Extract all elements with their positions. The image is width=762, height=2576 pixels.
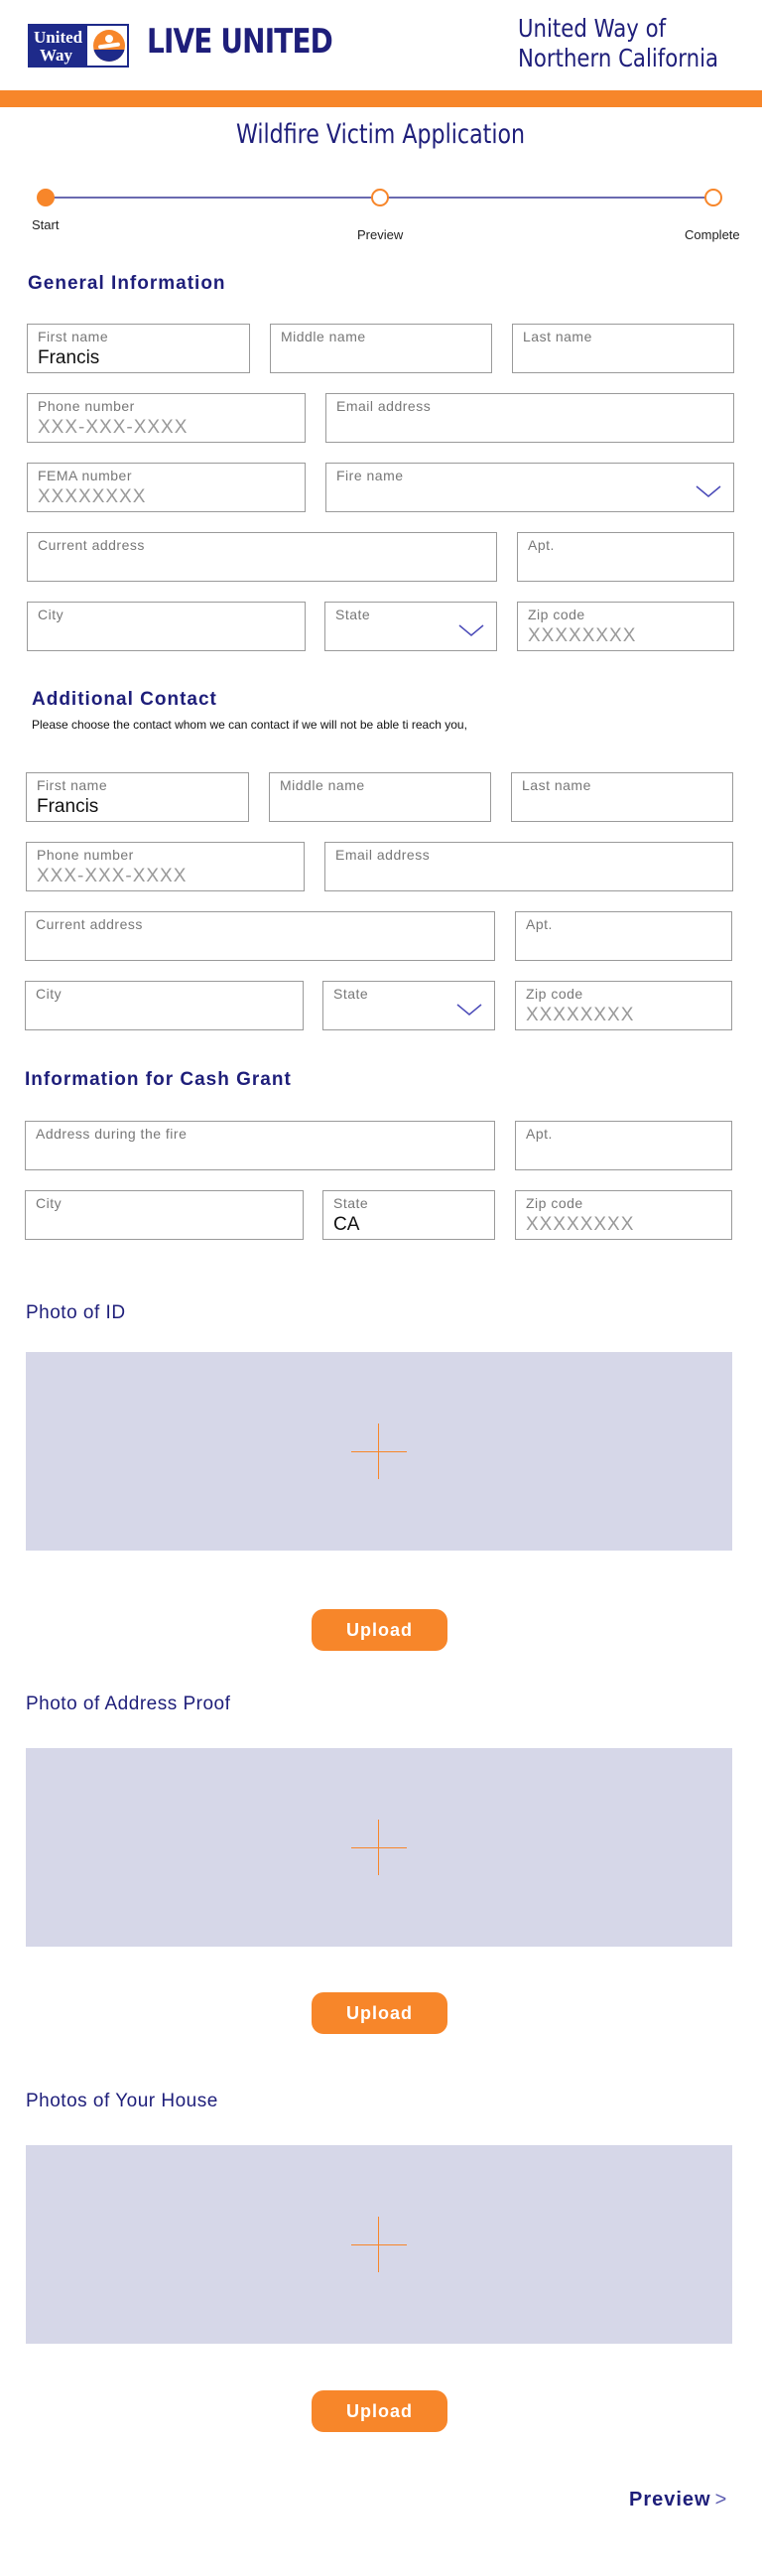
step-preview-label: Preview <box>357 227 404 242</box>
chevron-down-icon <box>456 1004 482 1016</box>
contact-state-select[interactable]: State <box>322 981 495 1030</box>
fire-name-select[interactable]: Fire name <box>325 463 734 512</box>
chevron-down-icon <box>696 485 721 497</box>
contact-phone-field[interactable]: Phone number XXX-XXX-XXXX <box>26 842 305 891</box>
cash-apt-field[interactable]: Apt. <box>515 1121 732 1170</box>
organization-name: United Way of Northern California <box>518 14 719 72</box>
current-address-field[interactable]: Current address <box>27 532 497 582</box>
cash-zip-code-field[interactable]: Zip code XXXXXXXX <box>515 1190 732 1240</box>
general-info-title: General Information <box>28 273 226 294</box>
step-preview-dot[interactable] <box>371 189 389 206</box>
photo-address-proof-dropzone[interactable] <box>26 1748 732 1947</box>
contact-first-name-field[interactable]: First name Francis <box>26 772 249 822</box>
chevron-down-icon <box>458 624 484 636</box>
photos-house-dropzone[interactable] <box>26 2145 732 2344</box>
middle-name-field[interactable]: Middle name <box>270 324 492 373</box>
last-name-field[interactable]: Last name <box>512 324 734 373</box>
additional-contact-note: Please choose the contact whom we can co… <box>32 718 467 732</box>
contact-last-name-field[interactable]: Last name <box>511 772 733 822</box>
preview-button[interactable]: Preview > <box>629 2489 727 2511</box>
zip-code-field[interactable]: Zip code XXXXXXXX <box>517 602 734 651</box>
header-divider <box>0 90 762 107</box>
first-name-field[interactable]: First name Francis <box>27 324 250 373</box>
upload-house-photos-button[interactable]: Upload <box>312 2390 447 2432</box>
cash-city-field[interactable]: City <box>25 1190 304 1240</box>
contact-email-field[interactable]: Email address <box>324 842 733 891</box>
page-title: Wildfire Victim Application <box>236 119 526 150</box>
contact-middle-name-field[interactable]: Middle name <box>269 772 491 822</box>
upload-photo-id-button[interactable]: Upload <box>312 1609 447 1651</box>
logo-hand-icon <box>87 26 127 66</box>
fema-number-field[interactable]: FEMA number XXXXXXXX <box>27 463 306 512</box>
cash-state-field[interactable]: State CA <box>322 1190 495 1240</box>
photo-id-title: Photo of ID <box>26 1302 126 1323</box>
state-select[interactable]: State <box>324 602 497 651</box>
photos-house-title: Photos of Your House <box>26 2091 218 2111</box>
photo-id-dropzone[interactable] <box>26 1352 732 1551</box>
photo-address-proof-title: Photo of Address Proof <box>26 1694 231 1714</box>
phone-number-field[interactable]: Phone number XXX-XXX-XXXX <box>27 393 306 443</box>
logo-wordmark: United Way <box>30 26 87 66</box>
contact-city-field[interactable]: City <box>25 981 304 1030</box>
contact-zip-code-field[interactable]: Zip code XXXXXXXX <box>515 981 732 1030</box>
step-complete-dot[interactable] <box>704 189 722 206</box>
chevron-right-icon: > <box>714 2489 728 2510</box>
apt-field[interactable]: Apt. <box>517 532 734 582</box>
step-start-dot[interactable] <box>37 189 55 206</box>
step-start-label: Start <box>32 217 60 232</box>
email-field[interactable]: Email address <box>325 393 734 443</box>
upload-address-proof-button[interactable]: Upload <box>312 1992 447 2034</box>
tagline: LIVE UNITED <box>147 22 333 62</box>
fire-address-field[interactable]: Address during the fire <box>25 1121 495 1170</box>
step-complete-label: Complete <box>685 227 740 242</box>
united-way-logo: United Way <box>28 24 129 68</box>
contact-address-field[interactable]: Current address <box>25 911 495 961</box>
cash-grant-title: Information for Cash Grant <box>25 1069 292 1090</box>
additional-contact-title: Additional Contact <box>32 689 217 710</box>
contact-apt-field[interactable]: Apt. <box>515 911 732 961</box>
city-field[interactable]: City <box>27 602 306 651</box>
